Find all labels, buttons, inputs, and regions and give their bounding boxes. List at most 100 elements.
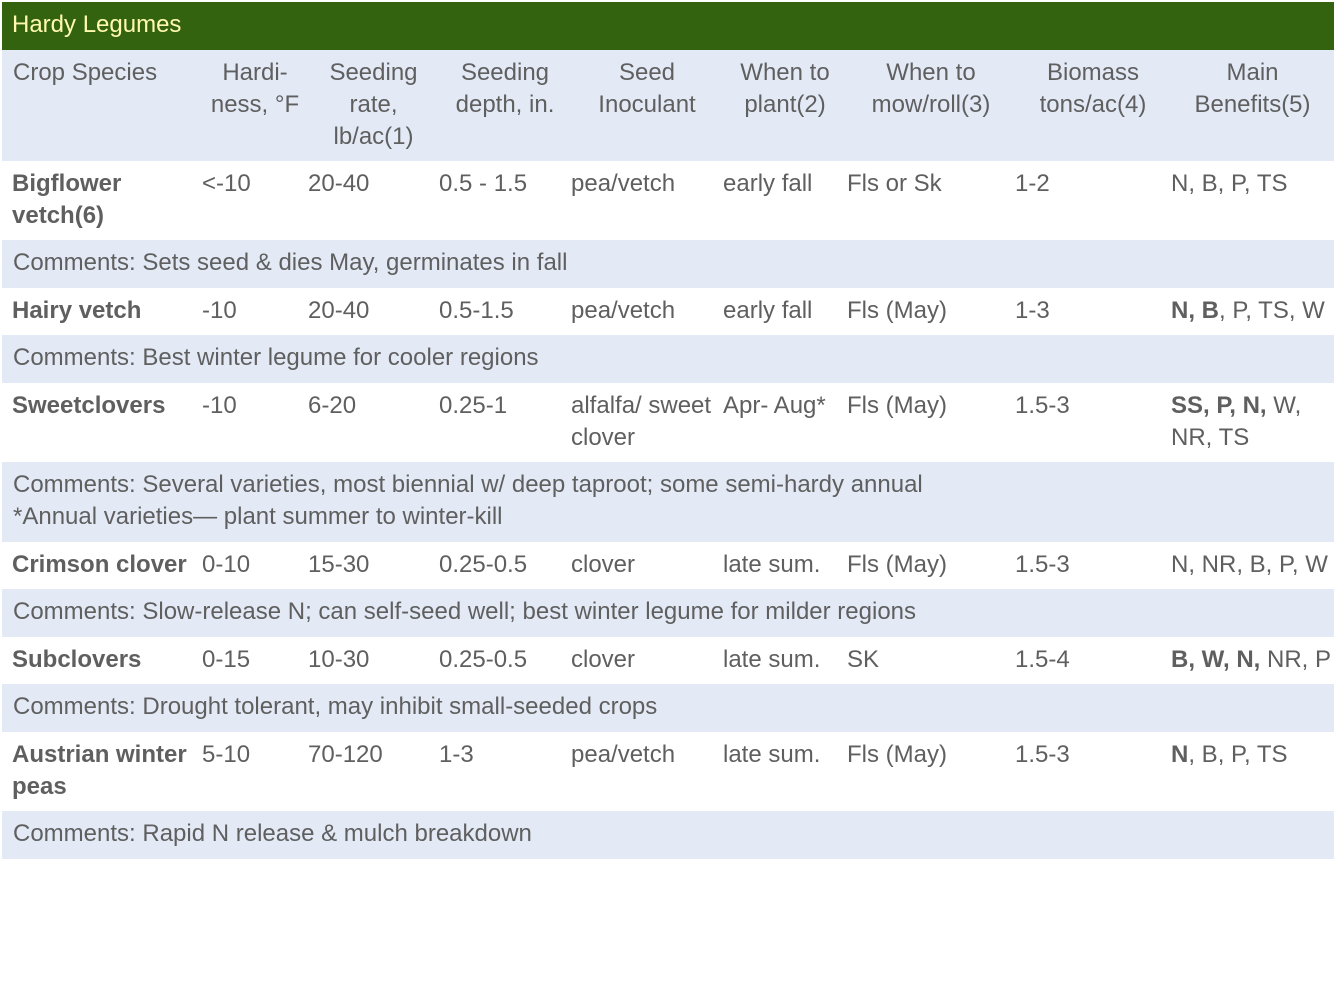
secondary-benefits: , B, P, TS [1188,741,1288,768]
seeding-rate-cell: 70-120 [308,732,439,811]
header-when-to-plant: When to plant(2) [740,59,830,118]
comment-text: Comments: Best winter legume for cooler … [13,344,539,371]
seeding-depth-cell: 0.25-0.5 [439,542,571,589]
secondary-benefits: N, B, P, TS [1171,170,1288,197]
comment-row: Comments: Slow-release N; can self-seed … [2,589,1334,637]
hardiness-cell: 5-10 [202,732,308,811]
when-to-mow-cell: Fls (May) [847,542,1015,589]
table-row: Hairy vetch -10 20-40 0.5-1.5 pea/vetch early… [2,288,1334,335]
main-benefits-cell: N, B, P, TS [1171,161,1334,240]
crop-name-cell: Sweetclovers [2,383,202,462]
when-to-plant-cell: Apr- Aug* [723,383,847,462]
table-row: Austrian winter peas 5-10 70-120 1-3 pea/vet… [2,732,1334,811]
hardy-legumes-table-container: Hardy Legumes Crop Species Hardi- ness, … [2,2,1334,859]
inoculant-cell: pea/vetch [571,732,723,811]
header-biomass: Biomass tons/ac(4) [1039,59,1147,118]
header-main-benefits: Main Benefits(5) [1194,59,1311,118]
comment-cell: Comments: Slow-release N; can self-seed … [2,589,1334,637]
seeding-rate-cell: 20-40 [308,161,439,240]
legumes-table: Crop Species Hardi- ness, °F Seeding rat… [2,50,1334,859]
hardiness-cell: 0-15 [202,637,308,684]
seeding-depth-cell: 0.25-1 [439,383,571,462]
comment-cell: Comments: Several varieties, most bienni… [2,462,1334,542]
comment-cell: Comments: Sets seed & dies May, germinat… [2,240,1334,288]
seeding-rate-cell: 15-30 [308,542,439,589]
seeding-depth-cell: 0.5-1.5 [439,288,571,335]
table-title: Hardy Legumes [2,2,1334,50]
comment-text: Comments: Rapid N release & mulch breakd… [13,820,532,847]
inoculant-cell: pea/vetch [571,288,723,335]
inoculant-cell: clover [571,637,723,684]
secondary-benefits: N, NR, B, P, W [1171,551,1328,578]
comment-row: Comments: Sets seed & dies May, germinat… [2,240,1334,288]
hardiness-cell: -10 [202,288,308,335]
header-when-to-mow: When to mow/roll(3) [871,59,991,118]
comment-row: Comments: Drought tolerant, may inhibit … [2,684,1334,732]
comment-text: Comments: Slow-release N; can self-seed … [13,598,917,625]
comment-cell: Comments: Best winter legume for cooler … [2,335,1334,383]
crop-name-cell: Bigflower vetch(6) [2,161,202,240]
crop-name-cell: Austrian winter peas [2,732,202,811]
seeding-rate-cell: 20-40 [308,288,439,335]
header-hardiness: Hardi- ness, °F [210,59,300,118]
biomass-cell: 1.5-4 [1015,637,1171,684]
crop-name-cell: Hairy vetch [2,288,202,335]
biomass-cell: 1.5-3 [1015,383,1171,462]
main-benefits-cell: N, B, P, TS, W [1171,288,1334,335]
when-to-plant-cell: late sum. [723,732,847,811]
header-seed-inoculant: Seed Inoculant [598,59,696,118]
biomass-cell: 1.5-3 [1015,732,1171,811]
comment-text: Comments: Sets seed & dies May, germinat… [13,249,568,276]
main-benefits-cell: B, W, N, NR, P [1171,637,1334,684]
comment-text: Comments: Drought tolerant, may inhibit … [13,693,658,720]
primary-benefits: N, B [1171,297,1219,324]
comment-cell: Comments: Rapid N release & mulch breakd… [2,811,1334,859]
table-row: Crimson clover 0-10 15-30 0.25-0.5 clover lat… [2,542,1334,589]
comment-row: Comments: Best winter legume for cooler … [2,335,1334,383]
header-seeding-rate: Seeding rate, lb/ac(1) [329,59,418,150]
secondary-benefits: NR, P [1260,646,1332,673]
header-seeding-depth: Seeding depth, in. [455,59,555,118]
comment-note: *Annual varieties— plant summer to winte… [13,503,503,530]
hardiness-cell: -10 [202,383,308,462]
table-row: Sweetclovers -10 6-20 0.25-1 alfalfa/ sweet … [2,383,1334,462]
table-row: Bigflower vetch(6) <-10 20-40 0.5 - 1.5 pea/… [2,161,1334,240]
main-benefits-cell: SS, P, N, W, NR, TS [1171,383,1334,462]
crop-name-cell: Subclovers [2,637,202,684]
biomass-cell: 1-2 [1015,161,1171,240]
comment-row: Comments: Several varieties, most bienni… [2,462,1334,542]
inoculant-cell: clover [571,542,723,589]
when-to-mow-cell: Fls or Sk [847,161,1015,240]
table-row: Subclovers 0-15 10-30 0.25-0.5 clover late su… [2,637,1334,684]
seeding-depth-cell: 1-3 [439,732,571,811]
when-to-plant-cell: early fall [723,161,847,240]
primary-benefits: SS, P, N, [1171,392,1267,419]
when-to-plant-cell: early fall [723,288,847,335]
comment-row: Comments: Rapid N release & mulch breakd… [2,811,1334,859]
biomass-cell: 1.5-3 [1015,542,1171,589]
seeding-rate-cell: 6-20 [308,383,439,462]
biomass-cell: 1-3 [1015,288,1171,335]
comment-text: Comments: Several varieties, most bienni… [13,471,923,498]
when-to-mow-cell: Fls (May) [847,732,1015,811]
seeding-depth-cell: 0.25-0.5 [439,637,571,684]
main-benefits-cell: N, B, P, TS [1171,732,1334,811]
seeding-rate-cell: 10-30 [308,637,439,684]
inoculant-cell: alfalfa/ sweet clover [571,383,723,462]
when-to-mow-cell: Fls (May) [847,288,1015,335]
inoculant-cell: pea/vetch [571,161,723,240]
when-to-mow-cell: SK [847,637,1015,684]
when-to-mow-cell: Fls (May) [847,383,1015,462]
main-benefits-cell: N, NR, B, P, W [1171,542,1334,589]
crop-name-cell: Crimson clover [2,542,202,589]
secondary-benefits: , P, TS, W [1219,297,1325,324]
primary-benefits: B, W, N, [1171,646,1261,673]
hardiness-cell: 0-10 [202,542,308,589]
primary-benefits: N [1171,741,1189,768]
when-to-plant-cell: late sum. [723,637,847,684]
seeding-depth-cell: 0.5 - 1.5 [439,161,571,240]
hardiness-cell: <-10 [202,161,308,240]
header-row: Crop Species Hardi- ness, °F Seeding rat… [2,50,1334,161]
comment-cell: Comments: Drought tolerant, may inhibit … [2,684,1334,732]
header-crop-species: Crop Species [13,59,158,86]
